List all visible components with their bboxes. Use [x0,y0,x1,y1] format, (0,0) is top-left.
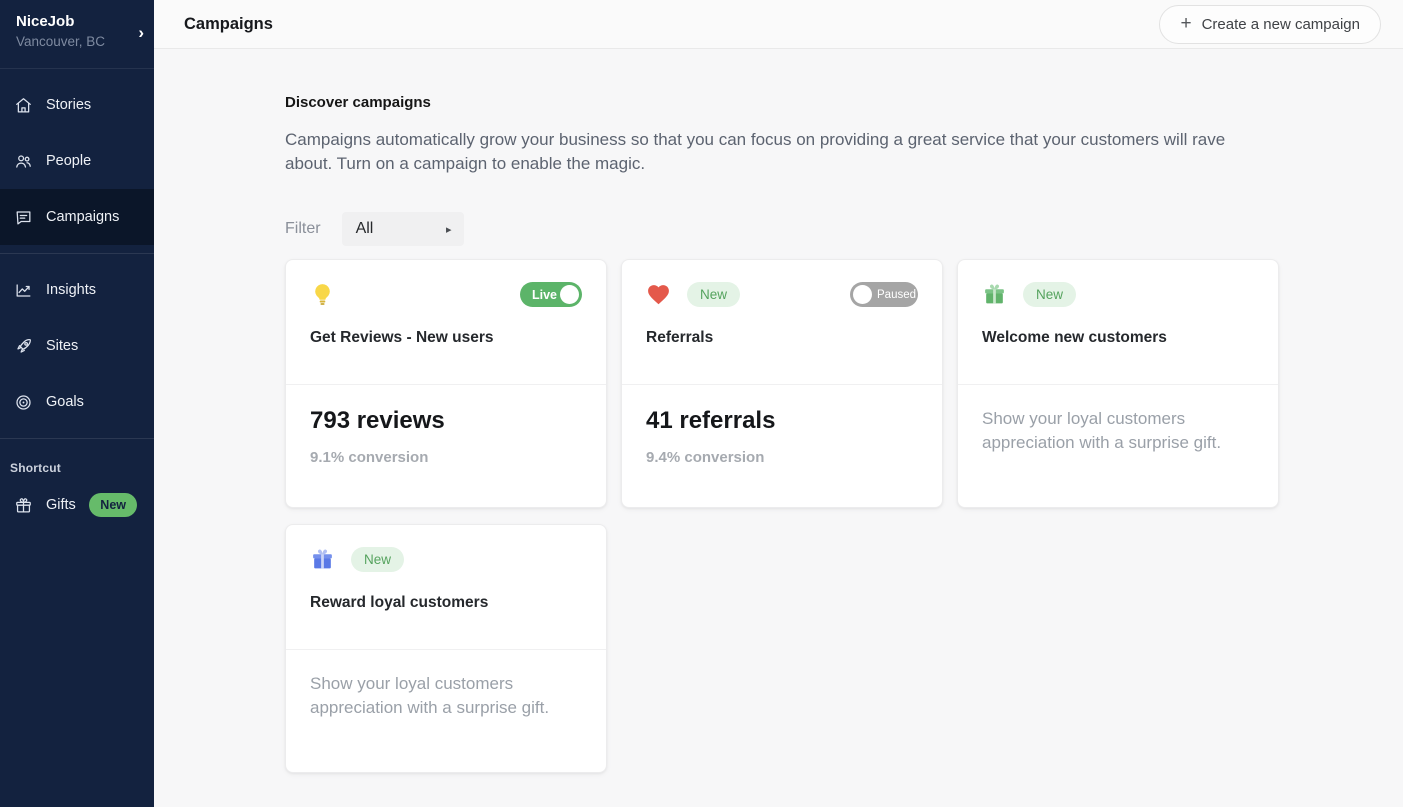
app-name: NiceJob [16,13,105,30]
content: Discover campaigns Campaigns automatical… [154,49,1403,773]
sidebar-item-label: Insights [46,282,96,298]
sidebar-item-campaigns[interactable]: Campaigns [0,189,154,245]
workspace-location: Vancouver, BC [16,34,105,49]
sidebar-item-people[interactable]: People [0,133,154,189]
app-root: NiceJob Vancouver, BC › Stories People [0,0,1403,807]
sidebar-item-label: Stories [46,97,91,113]
plus-icon: + [1180,14,1191,33]
campaign-title: Reward loyal customers [310,594,582,612]
toggle-knob [853,285,872,304]
sidebar-item-insights[interactable]: Insights [0,262,154,318]
filter-label: Filter [285,220,321,238]
campaign-card-referrals[interactable]: New Paused Referrals 41 referrals 9.4% c… [621,259,943,508]
sidebar-divider [0,438,154,439]
target-icon [14,393,33,412]
campaign-card-reward-loyal-customers[interactable]: New Reward loyal customers Show your loy… [285,524,607,773]
users-icon [14,152,33,171]
new-badge: New [1023,282,1076,307]
new-badge: New [687,282,740,307]
campaign-toggle-live[interactable]: Live [520,282,582,307]
campaign-title: Referrals [646,329,918,347]
caret-right-icon: ▸ [446,223,452,236]
filter-value: All [356,220,374,238]
section-title: Discover campaigns [285,94,1403,111]
create-campaign-button[interactable]: + Create a new campaign [1159,5,1381,44]
chevron-right-icon[interactable]: › [138,23,144,43]
sidebar-item-label: Campaigns [46,209,119,225]
toggle-label: Live [532,288,557,302]
campaign-description: Show your loyal customers appreciation w… [982,407,1254,455]
filter-row: Filter All ▸ [285,212,1403,246]
campaign-stat: 793 reviews [310,407,582,435]
sidebar: NiceJob Vancouver, BC › Stories People [0,0,154,807]
sidebar-nav: Stories People Campaigns Insights [0,69,154,533]
main-area: Campaigns + Create a new campaign Discov… [154,0,1403,807]
campaign-grid: Live Get Reviews - New users 793 reviews… [285,259,1403,773]
gift-blue-icon [310,547,335,572]
lightbulb-icon [310,282,335,307]
campaign-title: Welcome new customers [982,329,1254,347]
sidebar-section-label: Shortcut [0,447,154,477]
heart-icon [646,282,671,307]
campaign-title: Get Reviews - New users [310,329,582,347]
chat-icon [14,208,33,227]
home-icon [14,96,33,115]
rocket-icon [14,337,33,356]
new-badge: New [351,547,404,572]
new-badge: New [89,493,137,517]
section-description: Campaigns automatically grow your busine… [285,128,1237,176]
sidebar-item-label: People [46,153,91,169]
toggle-knob [560,285,579,304]
campaign-conversion: 9.4% conversion [646,449,918,466]
sidebar-item-sites[interactable]: Sites [0,318,154,374]
sidebar-item-stories[interactable]: Stories [0,77,154,133]
campaign-toggle-paused[interactable]: Paused [850,282,918,307]
campaign-description: Show your loyal customers appreciation w… [310,672,582,720]
sidebar-item-label: Goals [46,394,84,410]
campaign-stat: 41 referrals [646,407,918,435]
sidebar-item-label: Sites [46,338,78,354]
campaign-conversion: 9.1% conversion [310,449,582,466]
sidebar-divider [0,253,154,254]
chart-icon [14,281,33,300]
gift-green-icon [982,282,1007,307]
campaign-card-get-reviews[interactable]: Live Get Reviews - New users 793 reviews… [285,259,607,508]
page-title: Campaigns [184,15,273,34]
sidebar-item-goals[interactable]: Goals [0,374,154,430]
top-bar: Campaigns + Create a new campaign [154,0,1403,49]
gift-icon [14,496,33,515]
toggle-label: Paused [877,289,916,301]
filter-dropdown[interactable]: All ▸ [342,212,464,246]
sidebar-item-gifts[interactable]: Gifts New [0,477,154,533]
campaign-card-welcome-new-customers[interactable]: New Welcome new customers Show your loya… [957,259,1279,508]
create-campaign-label: Create a new campaign [1202,16,1360,33]
workspace-switcher[interactable]: NiceJob Vancouver, BC › [0,0,154,69]
sidebar-item-label: Gifts [46,497,76,513]
